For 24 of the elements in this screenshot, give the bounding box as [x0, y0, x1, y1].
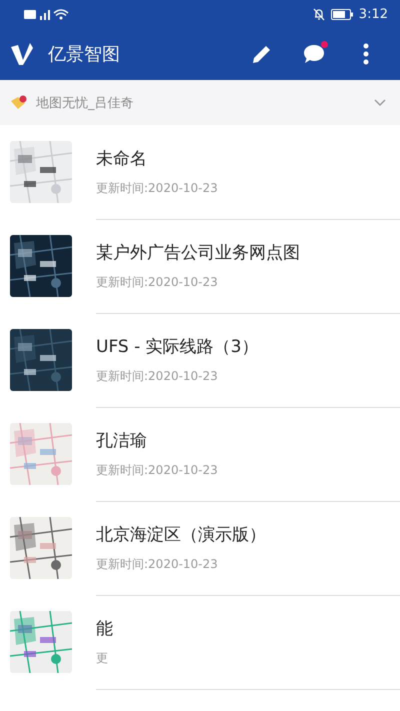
map-title[interactable]: 孔洁瑜: [96, 428, 400, 452]
map-title[interactable]: 未命名: [96, 146, 400, 170]
pencil-icon: [251, 43, 273, 65]
map-title[interactable]: 某户外广告公司业务网点图: [96, 240, 400, 264]
bell-off-icon: [312, 8, 325, 20]
update-time: 更新时间:2020-10-23: [96, 274, 219, 290]
update-time: 更新时间:2020-10-23: [96, 368, 219, 384]
clock-time: 3:12: [358, 6, 388, 22]
map-title[interactable]: 能: [96, 616, 400, 640]
logo-icon: [10, 42, 34, 66]
tag-icon: [10, 94, 28, 110]
chat-bubble-icon: [303, 44, 325, 64]
update-time: 更新时间:2020-10-23: [96, 180, 219, 196]
update-time: 更: [96, 650, 109, 666]
update-time: 更新时间:2020-10-23: [96, 462, 219, 478]
more-icon: [363, 43, 369, 65]
account-name: 地图无忧_吕佳奇: [36, 94, 134, 112]
chevron-down-icon: [374, 98, 386, 106]
map-title[interactable]: UFS - 实际线路（3）: [96, 334, 400, 358]
map-title[interactable]: 北京海淀区（演示版）: [96, 522, 400, 546]
signal-icon: [24, 8, 70, 20]
battery-icon: [330, 8, 353, 20]
update-time: 更新时间:2020-10-23: [96, 556, 219, 572]
app-title: 亿景智图: [48, 43, 121, 66]
